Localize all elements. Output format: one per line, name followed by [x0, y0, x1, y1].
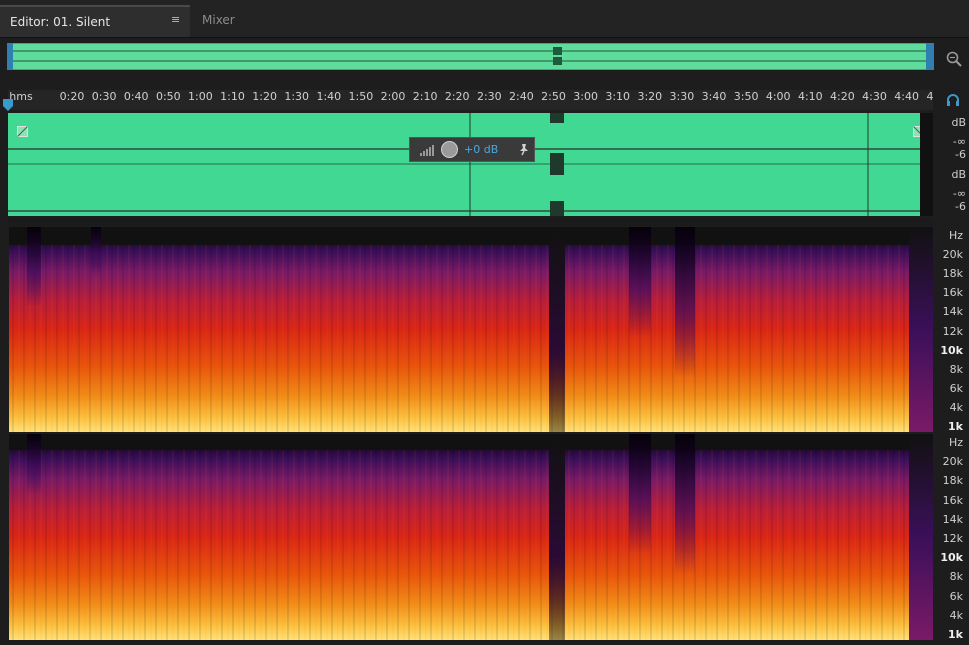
ruler-tick-label: 0:20	[59, 90, 85, 103]
tab-mixer-label: Mixer	[202, 13, 235, 27]
db-inf-ch2: -∞	[952, 187, 966, 200]
ruler-tick-label: 2:30	[476, 90, 502, 103]
ruler-tick-label: 2:40	[509, 90, 534, 103]
tab-mixer[interactable]: Mixer	[190, 5, 262, 37]
hz-scale-label: 1k	[948, 628, 963, 641]
fade-in-handle-icon[interactable]	[17, 126, 28, 137]
hz-scale-label: Hz	[948, 229, 963, 242]
db-minus6-ch2: -6	[955, 200, 966, 213]
hz-scale-label: 8k	[949, 570, 963, 584]
ruler-tick-label: 1:10	[220, 90, 245, 103]
ruler-tick-label: 3:10	[605, 90, 631, 103]
zoom-magnifier-icon[interactable]	[945, 50, 963, 68]
gain-value[interactable]: +0 dB	[464, 143, 498, 156]
overview-handle-left[interactable]	[7, 43, 13, 70]
ruler-tick-label: 3:50	[733, 90, 759, 103]
hud-gain-control[interactable]: +0 dB	[409, 137, 535, 162]
ruler-tick-label: 2:10	[412, 90, 438, 103]
hz-scale-label: 8k	[949, 362, 963, 376]
hz-scale-label: Hz	[948, 436, 963, 449]
hz-scale-label: 20k	[942, 248, 963, 262]
ruler-tick-label: 4:20	[830, 90, 855, 103]
hz-scale-label: 1k	[948, 420, 963, 433]
hz-scale-label: 18k	[942, 267, 963, 281]
playhead-marker-icon[interactable]	[2, 98, 14, 112]
level-meter-icon	[420, 145, 434, 156]
hz-scale-label: 20k	[942, 455, 963, 469]
ruler-tick-label: 3:40	[701, 90, 727, 103]
ruler-tick-label: 4	[926, 90, 934, 103]
hz-scale-channel-1: Hz 20k 18k 16k 14k 12k 10k 8k 6k 4k 1k	[934, 228, 969, 433]
spectral-display-channel-2[interactable]	[9, 434, 933, 640]
tab-menu-icon[interactable]: ≡	[171, 14, 180, 26]
waveform-display[interactable]	[8, 113, 924, 216]
ruler-tick-label: 4:00	[765, 90, 791, 103]
hz-scale-label: 16k	[942, 286, 963, 300]
hz-scale-channel-2: Hz 20k 18k 16k 14k 12k 10k 8k 6k 4k 1k	[934, 435, 969, 641]
hz-scale-label: 4k	[949, 400, 963, 414]
ruler-tick-label: 4:30	[862, 90, 887, 103]
ruler-tick-label: 1:40	[316, 90, 342, 103]
hz-scale-label: 4k	[949, 608, 963, 622]
hz-scale-label: 6k	[949, 589, 963, 603]
hz-scale-label: 16k	[942, 493, 963, 507]
db-scale: dB -∞ -6 dB -∞ -6	[934, 113, 969, 218]
ruler-tick-label: 3:20	[637, 90, 663, 103]
db-unit-ch1: dB	[951, 116, 966, 129]
headphones-icon[interactable]	[946, 93, 960, 107]
overview-handle-right[interactable]	[926, 43, 934, 70]
view-splitter[interactable]	[8, 218, 933, 226]
hz-scale-label: 12k	[942, 324, 963, 338]
ruler-tick-label: 2:00	[380, 90, 406, 103]
db-minus6-ch1: -6	[955, 148, 966, 161]
gain-knob[interactable]	[441, 141, 458, 158]
ruler-tick-label: 3:00	[573, 90, 598, 103]
hz-scale-label: 10k	[940, 343, 963, 357]
ruler-tick-label: 2:20	[444, 90, 470, 103]
pin-icon[interactable]	[517, 142, 531, 156]
tab-editor[interactable]: Editor: 01. Silent Revenge.mp3	[0, 5, 190, 59]
ruler-tick-label: 4:10	[797, 90, 823, 103]
ruler-tick-label: 2:50	[541, 90, 566, 103]
waveform-end-area	[920, 113, 933, 216]
db-unit-ch2: dB	[951, 168, 966, 181]
ruler-tick-label: 4:40	[894, 90, 919, 103]
ruler-tick-label: 0:30	[91, 90, 117, 103]
hz-scale-label: 6k	[949, 381, 963, 395]
spectral-display-channel-1[interactable]	[9, 227, 933, 432]
ruler-tick-label: 1:20	[252, 90, 277, 103]
ruler-tick-label: 1:50	[348, 90, 374, 103]
ruler-tick-label: 0:50	[155, 90, 181, 103]
hz-scale-label: 12k	[942, 532, 963, 545]
ruler-tick-label: 1:30	[284, 90, 310, 103]
time-ruler[interactable]: hms 0:20 0:30 0:40 0:50 1:00 1:10 1:20 1:30 1:40…	[8, 90, 934, 110]
ruler-tick-label: 1:00	[188, 90, 213, 103]
db-inf-ch1: -∞	[952, 135, 966, 148]
hz-scale-label: 14k	[942, 305, 963, 319]
overview-waveform[interactable]	[7, 43, 934, 70]
hz-scale-label: 14k	[942, 512, 963, 526]
hz-scale-label: 18k	[942, 474, 963, 488]
ruler-tick-label: 0:40	[123, 90, 149, 103]
hz-scale-label: 10k	[940, 551, 963, 565]
ruler-tick-label: 3:30	[669, 90, 695, 103]
